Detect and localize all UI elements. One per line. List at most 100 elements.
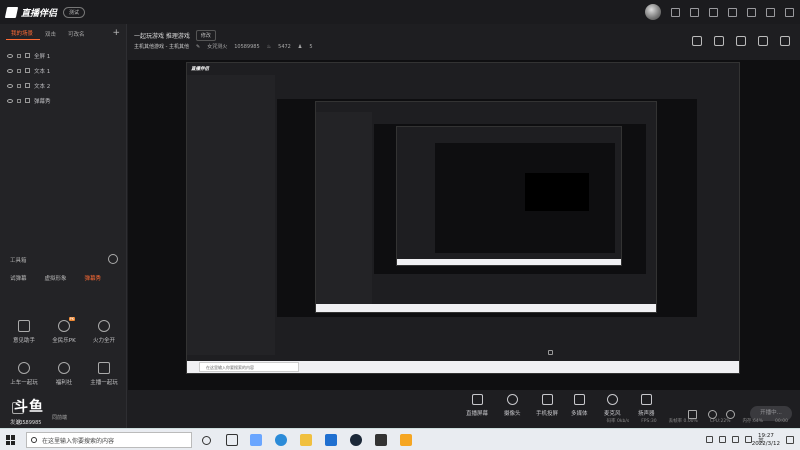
scene-tabs: 我的场景 双击 可改名 +: [0, 24, 126, 44]
tool-tab-danmu[interactable]: 试弹幕: [10, 274, 27, 282]
lock-icon[interactable]: [17, 53, 21, 58]
app-logo: 直播伴侣: [4, 6, 58, 19]
tool-label: 全民乐PK: [52, 338, 76, 344]
source-type-icon: [25, 98, 30, 103]
app-icon-1[interactable]: [250, 434, 262, 446]
tool-host-play[interactable]: 主播一起玩: [84, 362, 124, 386]
shield-icon: PK: [58, 317, 75, 332]
status-memory: 内存:64%: [742, 419, 764, 424]
status-bar: 码率 0kb/s FPS:30 丢帧率 0.00% CPU:22% 内存:64%…: [0, 414, 800, 428]
tab-rename[interactable]: 可改名: [63, 30, 92, 38]
screen-share-icon: [471, 394, 483, 405]
clock-date: 2022/3/12: [751, 441, 780, 447]
network-icon[interactable]: [731, 436, 739, 443]
tab-double-click[interactable]: 双击: [40, 30, 63, 38]
tray-app-icon[interactable]: [718, 436, 726, 443]
source-type-icon: [25, 68, 30, 73]
version-badge[interactable]: 测试: [63, 6, 86, 18]
stream-preview[interactable]: 直播伴侣 在这里输入你要搜索的内容: [128, 60, 800, 390]
notification-icon[interactable]: [786, 436, 794, 444]
flame-icon: [98, 320, 110, 332]
add-scene-icon[interactable]: +: [112, 28, 120, 38]
minimize-icon[interactable]: [747, 7, 756, 17]
clipboard-icon: [18, 320, 30, 332]
captured-window-3: [396, 126, 622, 266]
message-icon[interactable]: [671, 7, 680, 17]
camera-icon: [506, 394, 518, 405]
source-item[interactable]: 文本 2: [0, 78, 126, 93]
tool-welfare[interactable]: 福利社: [44, 362, 84, 386]
header-tools: [692, 36, 790, 46]
tool-tab-danmu-show[interactable]: 弹幕秀: [85, 274, 102, 282]
toolbox-title: 工具箱: [10, 258, 27, 264]
search-icon: [31, 437, 37, 443]
lock-icon[interactable]: [17, 68, 21, 73]
cursor-icon: [548, 350, 553, 355]
eye-icon[interactable]: [7, 83, 13, 88]
tool-tab-avatar[interactable]: 虚拟形象: [45, 274, 67, 282]
hot-icon: ♨: [266, 43, 272, 50]
captured-left-panel-2: [316, 112, 372, 304]
close-icon[interactable]: [785, 7, 794, 17]
hot-value: 5472: [278, 43, 291, 50]
lock-icon[interactable]: [714, 36, 724, 46]
windows-start-icon[interactable]: [6, 435, 16, 445]
eye-icon[interactable]: [7, 68, 13, 73]
car-icon: [18, 362, 30, 374]
gift-icon[interactable]: [690, 7, 699, 17]
task-view-icon[interactable]: [226, 434, 238, 446]
mail-icon[interactable]: [325, 434, 337, 446]
source-list: 全屏 1 文本 1 文本 2 弹幕秀: [0, 48, 126, 108]
steam-icon[interactable]: [350, 434, 362, 446]
captured-window-2: [315, 101, 657, 313]
tool-opinion-helper[interactable]: 意见助手: [4, 320, 44, 344]
tool-label: 意见助手: [12, 338, 35, 344]
briefcase-icon[interactable]: [692, 36, 702, 46]
menu-icon[interactable]: [728, 7, 737, 17]
maximize-icon[interactable]: [766, 7, 775, 17]
taskbar-clock[interactable]: 19:27 2022/3/12: [752, 432, 780, 448]
status-dropped: 丢帧率 0.00%: [668, 419, 698, 424]
app-name: 直播伴侣: [21, 8, 58, 19]
layout-icon[interactable]: [736, 36, 746, 46]
tool-car-play[interactable]: 上车一起玩: [4, 362, 44, 386]
source-item[interactable]: 文本 1: [0, 63, 126, 78]
edge-icon[interactable]: [275, 434, 287, 446]
source-item[interactable]: 弹幕秀: [0, 93, 126, 108]
microphone-icon: [606, 394, 618, 405]
lock-icon[interactable]: [17, 83, 21, 88]
captured-preview-3: [435, 143, 615, 253]
app-window: 直播伴侣 测试 我的场景 双击 可改名 + 全屏 1 文本 1 文本 2 弹幕秀…: [0, 0, 800, 428]
game-icon[interactable]: [375, 434, 387, 446]
user-avatar[interactable]: [645, 4, 661, 20]
source-item[interactable]: 全屏 1: [0, 48, 126, 63]
edit-title-button[interactable]: 修改: [195, 30, 216, 41]
status-time: 00:00: [775, 418, 788, 424]
pk-badge: PK: [68, 317, 75, 321]
collapse-icon[interactable]: [108, 254, 118, 264]
captured-window-1: 直播伴侣 在这里输入你要搜索的内容: [186, 62, 740, 374]
captured-search-box: 在这里输入你要搜索的内容: [199, 362, 299, 372]
file-explorer-icon[interactable]: [300, 434, 312, 446]
pencil-icon[interactable]: ✎: [196, 44, 200, 50]
room-title: 一起玩游戏 推理游戏: [134, 33, 190, 40]
lock-icon[interactable]: [17, 98, 21, 103]
shirt-icon[interactable]: [709, 7, 718, 17]
captured-black-window: [525, 173, 589, 211]
taskbar-search[interactable]: 在这里输入你要搜索的内容: [26, 432, 192, 448]
tool-label: 福利社: [55, 380, 73, 386]
tool-pk[interactable]: PK 全民乐PK: [44, 317, 84, 344]
share-icon[interactable]: [780, 36, 790, 46]
tab-my-scene[interactable]: 我的场景: [6, 29, 41, 40]
windows-taskbar: 在这里输入你要搜索的内容 英 19:27 2022/3/12: [0, 428, 800, 450]
room-title-row: 一起玩游戏 推理游戏 修改: [134, 30, 216, 41]
eye-icon[interactable]: [7, 53, 13, 58]
cortana-icon[interactable]: [202, 436, 211, 445]
tray-up-icon[interactable]: [705, 436, 713, 443]
list-icon: [98, 362, 110, 374]
live-companion-icon[interactable]: [400, 434, 412, 446]
category-label[interactable]: 主机其他游戏 - 主机其他: [134, 43, 189, 50]
bell-icon[interactable]: [758, 36, 768, 46]
tool-fire[interactable]: 火力全开: [84, 320, 124, 344]
eye-icon[interactable]: [7, 98, 13, 103]
